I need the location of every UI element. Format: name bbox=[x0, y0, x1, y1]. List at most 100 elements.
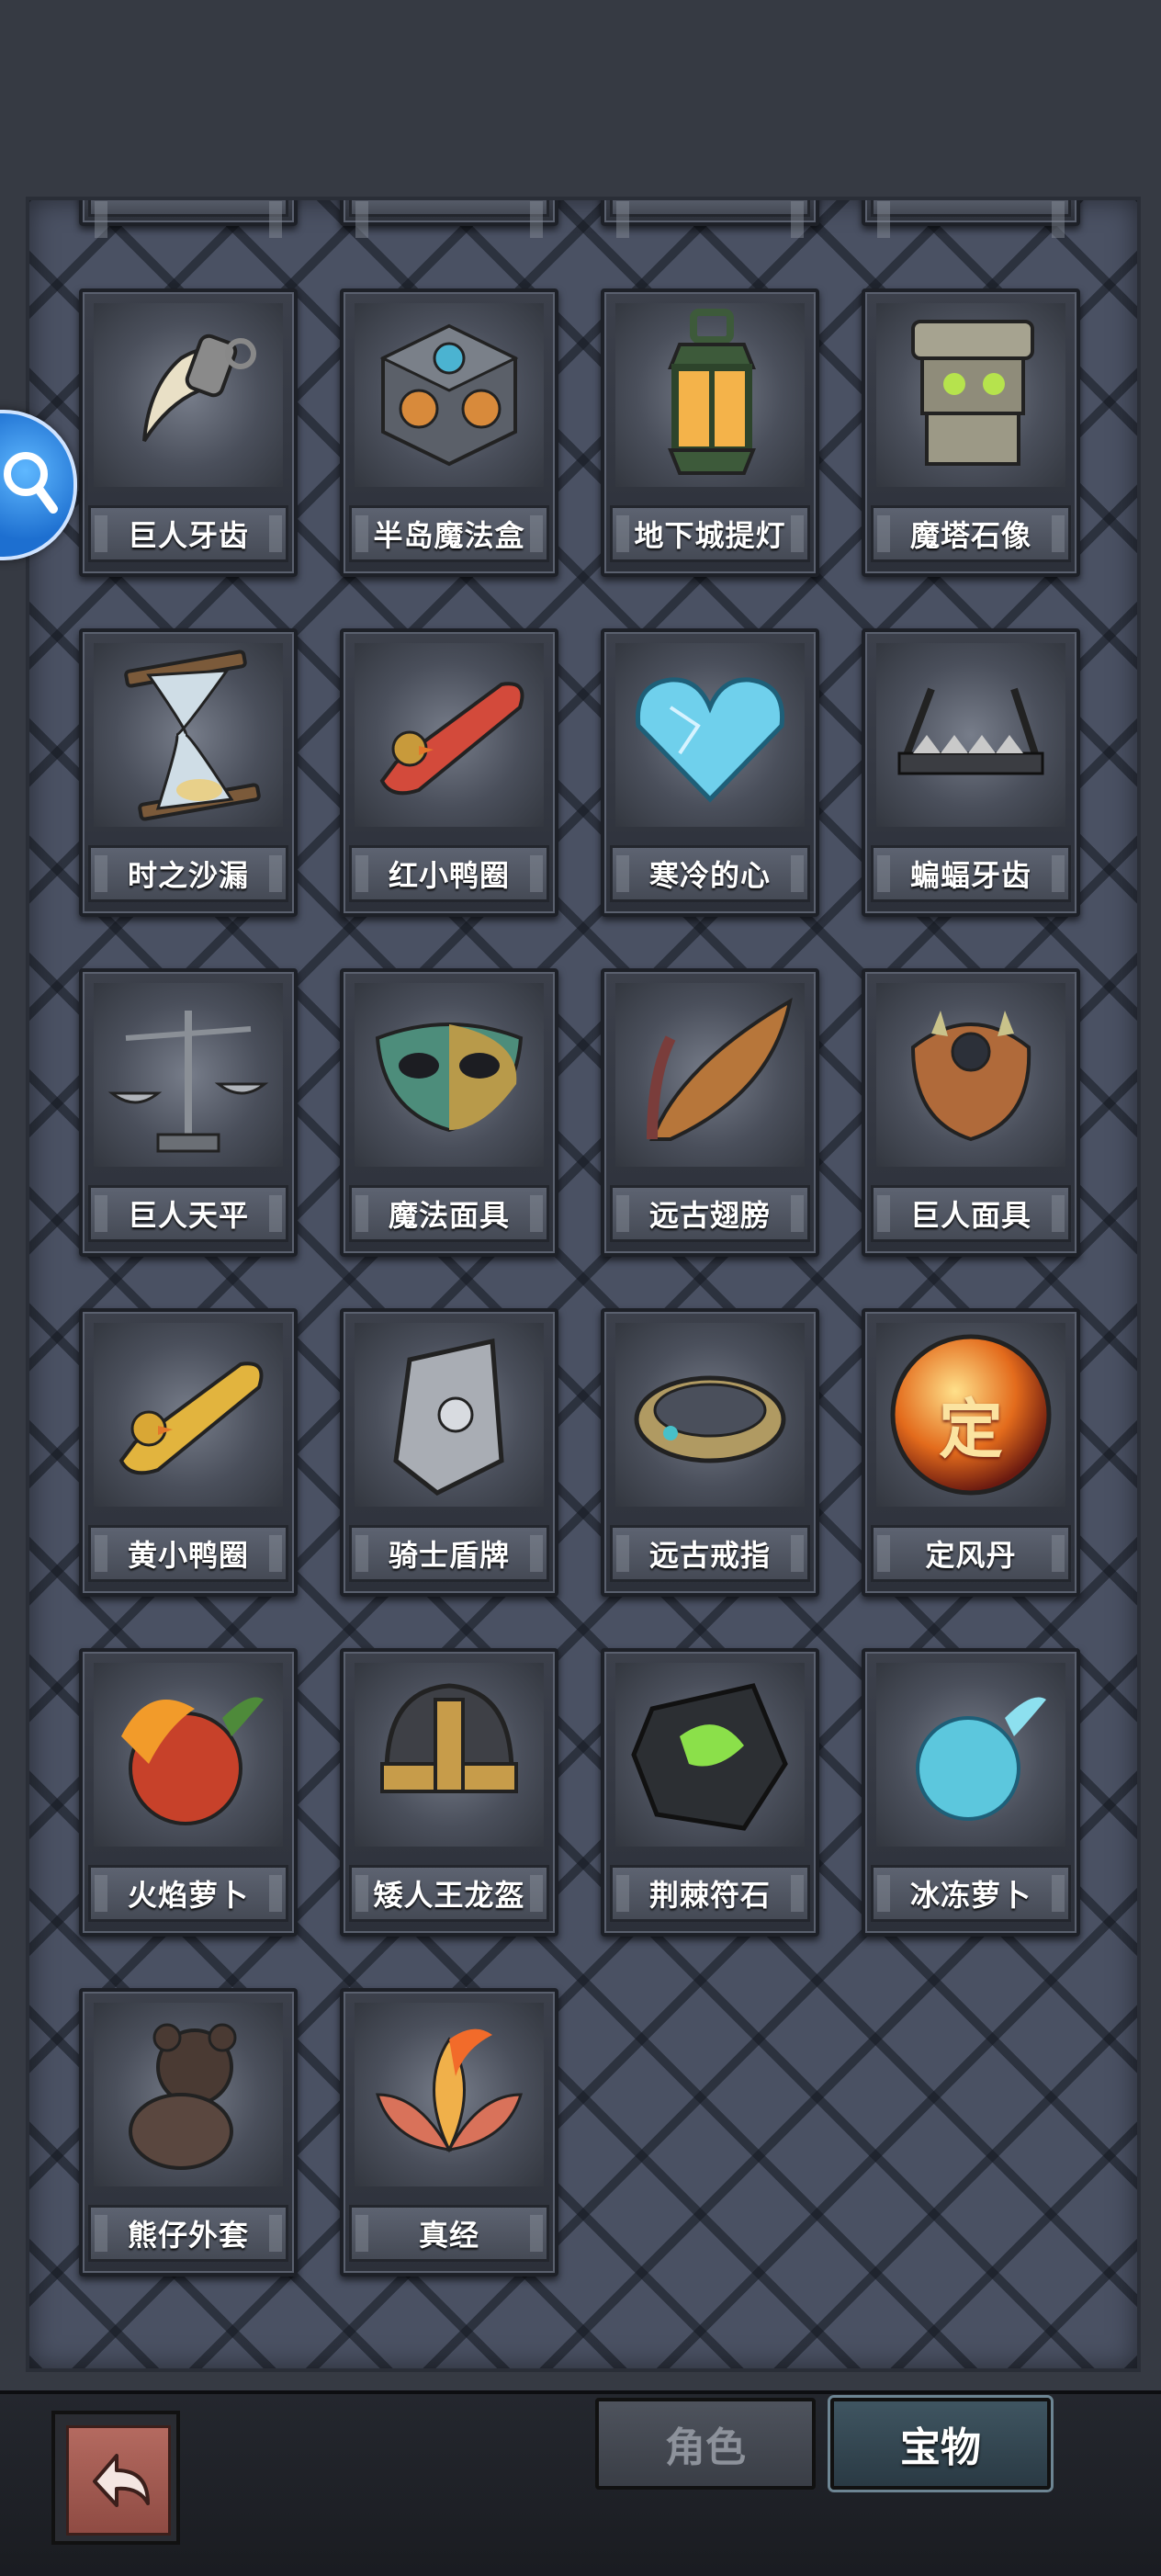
item-art bbox=[94, 1663, 283, 1847]
item-label: 远古戒指 bbox=[610, 1525, 810, 1582]
tab-character[interactable]: 角色 bbox=[595, 2398, 816, 2490]
thorn-rune-icon bbox=[631, 1683, 788, 1831]
red-duck-ring-icon bbox=[379, 682, 524, 796]
item-card-frozen-radish[interactable]: 冰冻萝卜 bbox=[862, 1648, 1080, 1937]
back-button-face bbox=[66, 2425, 171, 2536]
item-card-thorn-rune[interactable]: 荆棘符石 bbox=[601, 1648, 819, 1937]
item-label: 半岛魔法盒 bbox=[349, 505, 549, 562]
item-label: 时之沙漏 bbox=[88, 845, 288, 902]
fire-radish-icon bbox=[121, 1697, 264, 1825]
search-icon bbox=[4, 452, 58, 514]
item-label-partial bbox=[871, 200, 1071, 238]
item-label: 蝙蝠牙齿 bbox=[871, 845, 1071, 902]
item-card-partial[interactable] bbox=[340, 200, 558, 238]
dwarf-helmet-icon bbox=[380, 1683, 518, 1793]
item-card-red-duck-ring[interactable]: 红小鸭圈 bbox=[340, 628, 558, 917]
item-art bbox=[615, 303, 805, 487]
item-card-tower-statue[interactable]: 魔塔石像 bbox=[862, 288, 1080, 577]
item-art bbox=[876, 983, 1065, 1167]
item-card-teddy-coat[interactable]: 熊仔外套 bbox=[79, 1988, 298, 2277]
item-art bbox=[94, 2003, 283, 2186]
magic-mask-icon bbox=[375, 1022, 524, 1133]
item-art bbox=[615, 643, 805, 827]
item-label: 巨人天平 bbox=[88, 1185, 288, 1242]
tab-treasure[interactable]: 宝物 bbox=[830, 2398, 1051, 2490]
item-card-partial[interactable] bbox=[79, 200, 298, 238]
item-label: 魔法面具 bbox=[349, 1185, 549, 1242]
ancient-ring-icon bbox=[634, 1375, 786, 1463]
treasure-grid-panel[interactable]: 巨人牙齿 半岛魔法盒 地下城提灯 魔塔石像 时之沙漏 红小鸭圈 寒冷的心 蝙蝠牙… bbox=[26, 197, 1141, 2372]
item-label: 真经 bbox=[349, 2205, 549, 2262]
item-label: 黄小鸭圈 bbox=[88, 1525, 288, 1582]
top-bar bbox=[0, 0, 1161, 197]
item-label-partial bbox=[610, 200, 810, 238]
item-label: 地下城提灯 bbox=[610, 505, 810, 562]
bat-fangs-icon bbox=[897, 687, 1044, 775]
item-label: 巨人面具 bbox=[871, 1185, 1071, 1242]
item-label-partial bbox=[349, 200, 549, 238]
item-card-partial[interactable] bbox=[601, 200, 819, 238]
item-art bbox=[355, 2003, 544, 2186]
item-art bbox=[355, 643, 544, 827]
item-label: 巨人牙齿 bbox=[88, 505, 288, 562]
item-label-partial bbox=[88, 200, 288, 238]
wind-pill-glyph: 定 bbox=[939, 1392, 1003, 1467]
item-card-dungeon-lantern[interactable]: 地下城提灯 bbox=[601, 288, 819, 577]
item-label: 熊仔外套 bbox=[88, 2205, 288, 2262]
item-card-dwarf-helmet[interactable]: 矮人王龙盔 bbox=[340, 1648, 558, 1937]
item-card-giant-mask[interactable]: 巨人面具 bbox=[862, 968, 1080, 1257]
item-card-wind-pill[interactable]: 定 定风丹 bbox=[862, 1308, 1080, 1597]
item-art bbox=[876, 1663, 1065, 1847]
item-label: 荆棘符石 bbox=[610, 1865, 810, 1922]
knight-shield-icon bbox=[393, 1338, 504, 1496]
item-art bbox=[615, 1323, 805, 1507]
item-card-giant-tooth[interactable]: 巨人牙齿 bbox=[79, 288, 298, 577]
item-art bbox=[615, 983, 805, 1167]
item-label: 骑士盾牌 bbox=[349, 1525, 549, 1582]
item-label: 红小鸭圈 bbox=[349, 845, 549, 902]
item-card-giant-scales[interactable]: 巨人天平 bbox=[79, 968, 298, 1257]
item-card-partial[interactable] bbox=[862, 200, 1080, 238]
item-label: 冰冻萝卜 bbox=[871, 1865, 1071, 1922]
item-art bbox=[94, 1323, 283, 1507]
item-label: 定风丹 bbox=[871, 1525, 1071, 1582]
lotus-scripture-icon bbox=[375, 2028, 524, 2153]
item-card-magic-mask[interactable]: 魔法面具 bbox=[340, 968, 558, 1257]
item-art bbox=[615, 1663, 805, 1847]
frozen-radish-icon bbox=[916, 1697, 1046, 1821]
ice-heart-icon bbox=[635, 677, 785, 803]
back-button[interactable] bbox=[51, 2411, 180, 2545]
giant-mask-icon bbox=[910, 1011, 1031, 1142]
item-art bbox=[355, 1323, 544, 1507]
item-label: 矮人王龙盔 bbox=[349, 1865, 549, 1922]
item-art bbox=[876, 643, 1065, 827]
item-card-fire-radish[interactable]: 火焰萝卜 bbox=[79, 1648, 298, 1937]
return-arrow-icon bbox=[93, 2454, 150, 2507]
item-card-bat-fangs[interactable]: 蝙蝠牙齿 bbox=[862, 628, 1080, 917]
item-label: 寒冷的心 bbox=[610, 845, 810, 902]
item-label: 魔塔石像 bbox=[871, 505, 1071, 562]
item-art bbox=[94, 643, 283, 827]
item-art: 定 bbox=[876, 1323, 1065, 1507]
item-art bbox=[355, 1663, 544, 1847]
item-art bbox=[94, 983, 283, 1167]
item-card-scripture[interactable]: 真经 bbox=[340, 1988, 558, 2277]
item-art bbox=[355, 983, 544, 1167]
magic-cube-icon bbox=[379, 323, 519, 467]
item-art bbox=[94, 303, 283, 487]
hourglass-icon bbox=[124, 650, 261, 821]
item-art bbox=[876, 303, 1065, 487]
teddy-bear-icon bbox=[129, 2023, 237, 2170]
item-card-ancient-ring[interactable]: 远古戒指 bbox=[601, 1308, 819, 1597]
lantern-icon bbox=[668, 309, 756, 475]
claw-icon bbox=[142, 333, 256, 443]
yellow-duck-ring-icon bbox=[118, 1361, 264, 1475]
stone-statue-icon bbox=[911, 320, 1034, 466]
item-card-magic-box[interactable]: 半岛魔法盒 bbox=[340, 288, 558, 577]
item-label: 火焰萝卜 bbox=[88, 1865, 288, 1922]
item-card-knight-shield[interactable]: 骑士盾牌 bbox=[340, 1308, 558, 1597]
item-card-ancient-wing[interactable]: 远古翅膀 bbox=[601, 968, 819, 1257]
item-card-hourglass[interactable]: 时之沙漏 bbox=[79, 628, 298, 917]
item-card-cold-heart[interactable]: 寒冷的心 bbox=[601, 628, 819, 917]
item-card-yellow-duck-ring[interactable]: 黄小鸭圈 bbox=[79, 1308, 298, 1597]
